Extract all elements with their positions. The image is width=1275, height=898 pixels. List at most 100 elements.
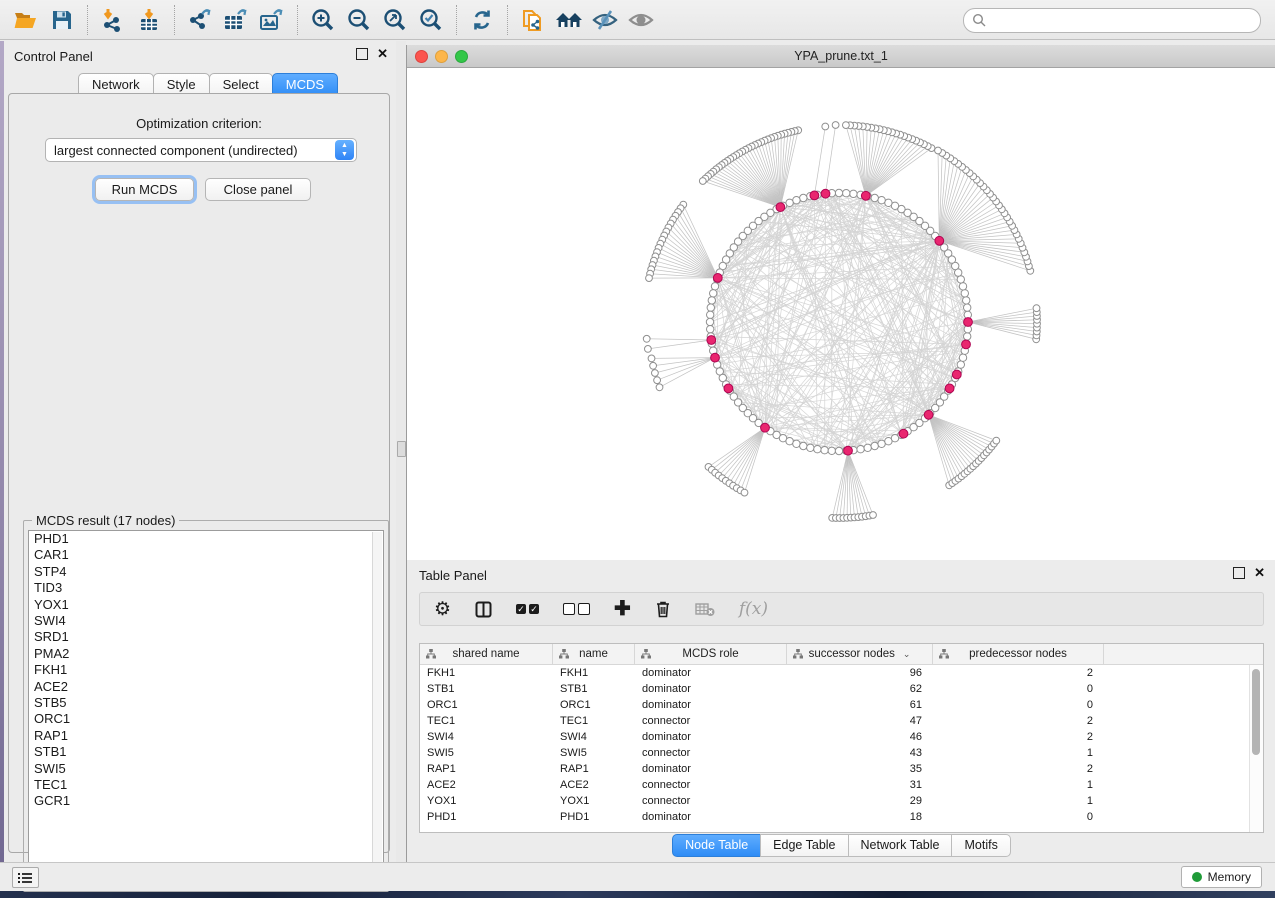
- table-tabs: Node TableEdge TableNetwork TableMotifs: [407, 834, 1275, 857]
- delete-table-icon[interactable]: [695, 601, 715, 617]
- result-node-item[interactable]: CAR1: [29, 547, 383, 563]
- column-header-name[interactable]: name: [553, 644, 635, 664]
- cell-predecessor-nodes: 2: [933, 667, 1104, 679]
- table-settings-icon[interactable]: ⚙: [434, 600, 451, 619]
- zoom-selected-icon[interactable]: [413, 4, 449, 36]
- result-node-item[interactable]: SWI4: [29, 613, 383, 629]
- cell-predecessor-nodes: 2: [933, 731, 1104, 743]
- toolbar-separator: [174, 5, 175, 35]
- node-table[interactable]: shared namenameMCDS rolesuccessor nodes⌄…: [419, 643, 1264, 833]
- cell-successor-nodes: 96: [787, 667, 933, 679]
- result-node-item[interactable]: STP4: [29, 564, 383, 580]
- run-mcds-button[interactable]: Run MCDS: [95, 178, 194, 201]
- table-scrollbar[interactable]: [1249, 665, 1263, 833]
- close-panel-button[interactable]: Close panel: [205, 178, 311, 201]
- mcds-result-list[interactable]: PHD1CAR1STP4TID3YOX1SWI4SRD1PMA2FKH1ACE2…: [28, 530, 384, 886]
- zoom-in-icon[interactable]: [305, 4, 341, 36]
- show-columns-icon[interactable]: [475, 601, 492, 618]
- float-panel-icon[interactable]: [1233, 567, 1245, 579]
- search-box[interactable]: [963, 8, 1261, 33]
- table-row[interactable]: PHD1PHD1dominator180: [420, 809, 1263, 825]
- panel-divider[interactable]: [396, 41, 406, 862]
- clone-network-icon[interactable]: [515, 4, 551, 36]
- table-scrollbar-thumb[interactable]: [1252, 669, 1260, 755]
- tab-node-table[interactable]: Node Table: [672, 834, 761, 857]
- table-panel: Table Panel ✕ ⚙ ✓✓ ✚ f(x) shared namenam…: [406, 560, 1275, 862]
- hide-selected-icon[interactable]: [587, 4, 623, 36]
- table-row[interactable]: ORC1ORC1dominator610: [420, 697, 1263, 713]
- cell-successor-nodes: 29: [787, 795, 933, 807]
- cytoscape-app: Control Panel ✕ NetworkStyleSelectMCDS O…: [0, 0, 1275, 898]
- result-node-item[interactable]: SRD1: [29, 629, 383, 645]
- cell-successor-nodes: 61: [787, 699, 933, 711]
- table-row[interactable]: ACE2ACE2connector311: [420, 777, 1263, 793]
- memory-button[interactable]: Memory: [1181, 866, 1262, 888]
- cell-successor-nodes: 35: [787, 763, 933, 775]
- network-canvas[interactable]: [407, 68, 1275, 560]
- table-row[interactable]: RAP1RAP1dominator352: [420, 761, 1263, 777]
- task-history-button[interactable]: [12, 867, 39, 888]
- result-node-item[interactable]: STB1: [29, 744, 383, 760]
- criterion-dropdown[interactable]: largest connected component (undirected)…: [45, 138, 357, 162]
- add-row-icon[interactable]: ✚: [614, 600, 631, 618]
- import-table-icon[interactable]: [131, 4, 167, 36]
- result-node-item[interactable]: GCR1: [29, 793, 383, 809]
- result-node-item[interactable]: TEC1: [29, 777, 383, 793]
- deselect-all-icon[interactable]: [563, 603, 590, 615]
- zoom-out-icon[interactable]: [341, 4, 377, 36]
- cell-MCDS-role: connector: [635, 715, 787, 727]
- tab-network-table[interactable]: Network Table: [848, 834, 953, 857]
- table-row[interactable]: SWI5SWI5connector431: [420, 745, 1263, 761]
- function-builder-icon[interactable]: f(x): [739, 599, 768, 619]
- export-image-icon[interactable]: [254, 4, 290, 36]
- mcds-tab-content: Optimization criterion: largest connecte…: [8, 93, 390, 853]
- result-node-item[interactable]: STB5: [29, 695, 383, 711]
- column-header-successor-nodes[interactable]: successor nodes⌄: [787, 644, 933, 664]
- table-row[interactable]: YOX1YOX1connector291: [420, 793, 1263, 809]
- cell-shared-name: SWI4: [420, 731, 553, 743]
- tab-motifs[interactable]: Motifs: [951, 834, 1010, 857]
- column-header-shared-name[interactable]: shared name: [420, 644, 553, 664]
- search-input[interactable]: [987, 13, 1252, 29]
- table-row[interactable]: SWI4SWI4dominator462: [420, 729, 1263, 745]
- close-panel-icon[interactable]: ✕: [1254, 568, 1265, 578]
- cell-MCDS-role: dominator: [635, 667, 787, 679]
- network-window-titlebar[interactable]: YPA_prune.txt_1: [407, 45, 1275, 68]
- refresh-icon[interactable]: [464, 4, 500, 36]
- float-panel-icon[interactable]: [356, 48, 368, 60]
- table-row[interactable]: STB1STB1dominator620: [420, 681, 1263, 697]
- table-row[interactable]: TEC1TEC1connector472: [420, 713, 1263, 729]
- cell-MCDS-role: connector: [635, 779, 787, 791]
- close-panel-icon[interactable]: ✕: [377, 49, 388, 59]
- result-node-item[interactable]: ACE2: [29, 679, 383, 695]
- result-node-item[interactable]: PHD1: [29, 531, 383, 547]
- delete-row-icon[interactable]: [655, 600, 671, 618]
- result-node-item[interactable]: YOX1: [29, 597, 383, 613]
- network-graph[interactable]: [407, 68, 1275, 560]
- show-all-icon[interactable]: [623, 4, 659, 36]
- cell-successor-nodes: 46: [787, 731, 933, 743]
- column-header-MCDS-role[interactable]: MCDS role: [635, 644, 787, 664]
- open-file-icon[interactable]: [8, 4, 44, 36]
- tab-edge-table[interactable]: Edge Table: [760, 834, 848, 857]
- import-network-icon[interactable]: [95, 4, 131, 36]
- select-all-icon[interactable]: ✓✓: [516, 604, 539, 614]
- save-session-icon[interactable]: [44, 4, 80, 36]
- result-node-item[interactable]: FKH1: [29, 662, 383, 678]
- criterion-value: largest connected component (undirected): [46, 143, 335, 158]
- table-row[interactable]: FKH1FKH1dominator962: [420, 665, 1263, 681]
- cell-MCDS-role: connector: [635, 747, 787, 759]
- first-neighbors-icon[interactable]: [551, 4, 587, 36]
- cell-predecessor-nodes: 1: [933, 779, 1104, 791]
- result-node-item[interactable]: TID3: [29, 580, 383, 596]
- result-list-scrollbar[interactable]: [372, 532, 382, 886]
- result-node-item[interactable]: PMA2: [29, 646, 383, 662]
- export-table-icon[interactable]: [218, 4, 254, 36]
- divider-grip[interactable]: [397, 441, 406, 457]
- zoom-fit-icon[interactable]: [377, 4, 413, 36]
- export-network-icon[interactable]: [182, 4, 218, 36]
- column-header-predecessor-nodes[interactable]: predecessor nodes: [933, 644, 1104, 664]
- result-node-item[interactable]: ORC1: [29, 711, 383, 727]
- result-node-item[interactable]: SWI5: [29, 760, 383, 776]
- result-node-item[interactable]: RAP1: [29, 728, 383, 744]
